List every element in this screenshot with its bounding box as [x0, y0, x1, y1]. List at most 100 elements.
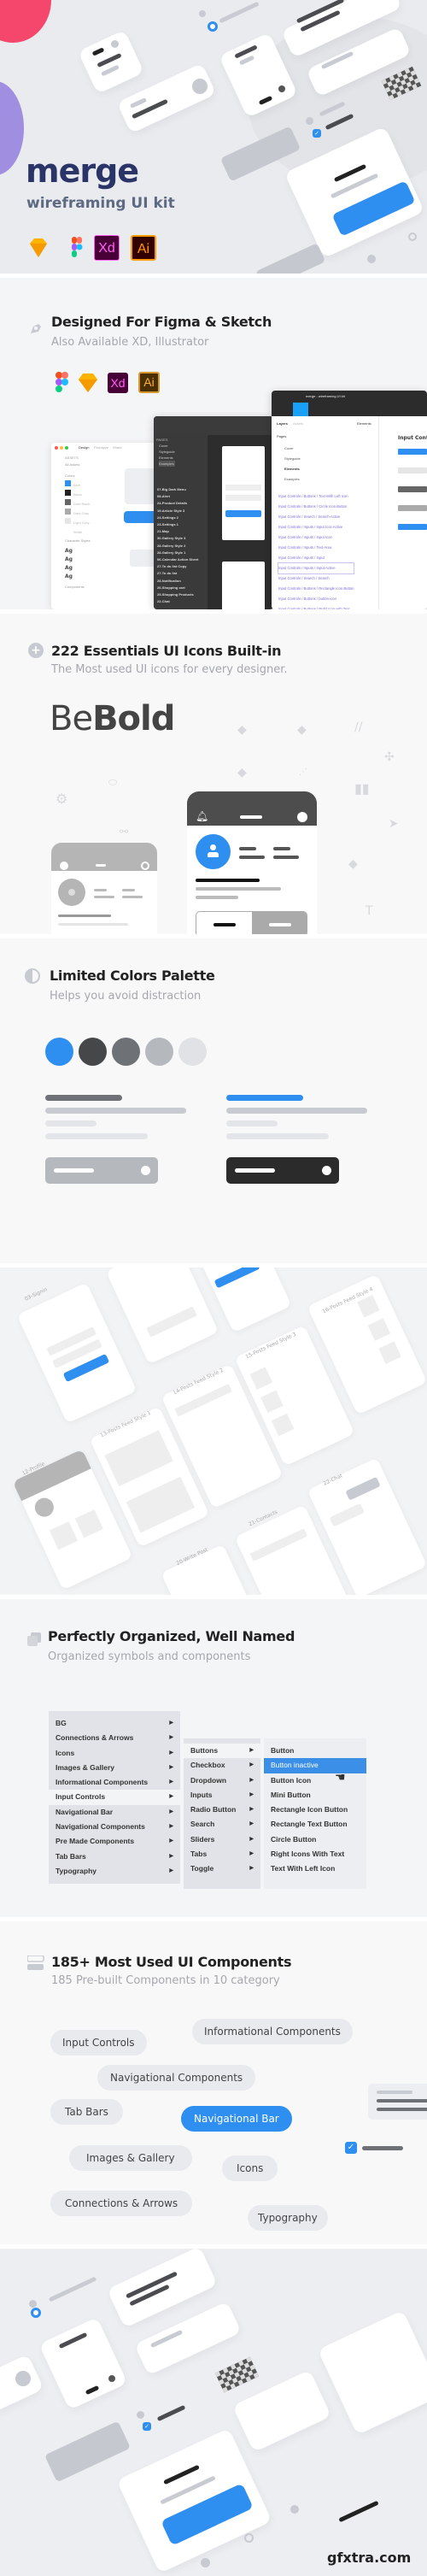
tab-share[interactable]: Share	[113, 445, 122, 450]
menu-item[interactable]: Checkbox ▶	[184, 1758, 260, 1773]
colors-section: Limited Colors Palette Helps you avoid d…	[0, 938, 427, 1263]
menu-item[interactable]: Button inactive	[264, 1758, 366, 1773]
layer-item[interactable]: Input Controls / Inputs / Input-Active	[277, 562, 355, 574]
menu-item-label: Button inactive	[271, 1761, 319, 1770]
layer-item[interactable]: Input Controls / Inputs / Text-Area	[278, 543, 354, 553]
artboard-item[interactable]: 27-To do list Copy	[157, 563, 198, 570]
menu-item[interactable]: Pre Made Components ▶	[49, 1834, 180, 1849]
page-dropdown[interactable]: Elements	[357, 421, 371, 426]
color-swatch	[145, 1038, 173, 1066]
menu-item[interactable]: Mini Button	[264, 1788, 366, 1803]
menu-item[interactable]: Images & Gallery ▶	[49, 1761, 180, 1775]
figma-tab-title[interactable]: merge - wireframing UI kit	[306, 394, 345, 398]
menu-item[interactable]: Inputs ▶	[184, 1788, 260, 1803]
artboard-item[interactable]: 28-Gallery Style 1	[157, 550, 198, 556]
menu-item[interactable]: Button Icon	[264, 1773, 366, 1788]
menu-item[interactable]: Circle Button	[264, 1832, 366, 1847]
menu-item[interactable]: Search ▶	[184, 1817, 260, 1832]
menu-item[interactable]: Buttons ▶	[184, 1744, 260, 1759]
artboard-item[interactable]: 08-Alert	[157, 493, 198, 500]
layer-item[interactable]: Input Controls / Search / Search-Active	[278, 512, 354, 522]
menu-item-label: Toggle	[190, 1864, 214, 1873]
page-item[interactable]: Examples	[284, 474, 301, 485]
chevron-right-icon: ▶	[249, 1821, 254, 1827]
artboard-item[interactable]: 23-Settings 1	[157, 521, 198, 528]
send-icon: ➤	[389, 817, 399, 831]
section-subtitle: Helps you avoid distraction	[50, 990, 202, 1003]
menu-item[interactable]: Typography ▶	[49, 1864, 180, 1879]
menu-item[interactable]: Informational Components ▶	[49, 1775, 180, 1790]
page-item[interactable]: Styleguide	[284, 454, 301, 464]
menu-item[interactable]: Radio Button ▶	[184, 1803, 260, 1817]
section-title: Perfectly Organized, Well Named	[48, 1628, 295, 1644]
layer-item[interactable]: Input Controls / Inputs / Input Icon	[278, 532, 354, 543]
menu-item[interactable]: Text With Left Icon	[264, 1861, 366, 1876]
tab-prototype[interactable]: Prototype	[94, 445, 108, 450]
menu-item-label: Radio Button	[190, 1805, 237, 1814]
menu-item-label: Inputs	[190, 1790, 213, 1799]
menu-item-label: Dropdown	[190, 1775, 227, 1785]
menu-item[interactable]: Connections & Arrows ▶	[49, 1731, 180, 1745]
menu-item[interactable]: Navigational Components ▶	[49, 1820, 180, 1834]
grid-icon: ✣	[384, 750, 395, 764]
layer-item[interactable]: Input Controls / Buttons / Text With Lef…	[278, 491, 354, 502]
artboard-item[interactable]: 19-Article Style 3	[157, 508, 198, 515]
artboard-item[interactable]: 24-Product Details	[157, 500, 198, 507]
artboard-item[interactable]: 24-Settings 2	[157, 515, 198, 521]
section-subtitle: Organized symbols and components	[48, 1650, 251, 1663]
menu-item[interactable]: Right Icons With Text	[264, 1847, 366, 1861]
menu-item[interactable]: Dropdown ▶	[184, 1773, 260, 1788]
menu-item[interactable]: Icons ▶	[49, 1746, 180, 1761]
menu-item[interactable]: Sliders ▶	[184, 1832, 260, 1847]
category-pill[interactable]: Images & Gallery	[69, 2145, 192, 2171]
assets-tab[interactable]: Assets	[293, 421, 303, 426]
artboard-item[interactable]: 21-Map	[157, 528, 198, 535]
ai-icon: Ai	[131, 235, 156, 261]
menu-item-label: Sliders	[190, 1834, 215, 1844]
category-pill[interactable]: Connections & Arrows	[50, 2191, 193, 2216]
category-pill[interactable]: Typography	[248, 2205, 328, 2231]
menu-item[interactable]: Button	[264, 1744, 366, 1758]
artboard-item[interactable]: 06-Calendar Action Sheet	[157, 556, 198, 563]
category-pill-active[interactable]: Navigational Bar	[181, 2106, 292, 2132]
menu-item[interactable]: Navigational Bar ▶	[49, 1805, 180, 1820]
assets-filter[interactable]: All Assets	[65, 462, 79, 467]
layer-item[interactable]: Input Controls / Buttons / Rectangle Ico…	[278, 584, 354, 594]
menu-item[interactable]: BG ▶	[49, 1716, 180, 1731]
page-item-active[interactable]: Elements	[284, 464, 301, 474]
artboard-list: 07-Big Dark Menu 08-Alert 24-Product Detai…	[157, 486, 198, 605]
menu-item[interactable]: Tabs ▶	[184, 1847, 260, 1861]
menu-item-label: Icons	[56, 1748, 75, 1757]
artboard-item[interactable]: 27-To do list	[157, 570, 198, 577]
page-item[interactable]: Cover	[284, 444, 301, 454]
menu-item-label: Tabs	[190, 1850, 208, 1859]
artboard-item[interactable]: 30-Gallery Style 3	[157, 535, 198, 542]
category-pill[interactable]: Icons	[222, 2155, 278, 2181]
layer-item[interactable]: Input Controls / Inputs / Input	[278, 553, 354, 563]
artboard-item[interactable]: 26-Shopping cart	[157, 585, 198, 591]
move-tool[interactable]	[293, 403, 308, 416]
menu-item-label: Text With Left Icon	[271, 1864, 336, 1873]
layers-tab[interactable]: Layers	[277, 421, 288, 426]
artboard-item[interactable]: 28-Notification	[157, 578, 198, 585]
footer-hero-section: ✓ gfxtra.com	[0, 2249, 427, 2576]
category-pill[interactable]: Tab Bars	[50, 2099, 123, 2125]
section-title: 222 Essentials UI Icons Built-in	[51, 643, 282, 659]
layer-item[interactable]: Input Controls / Search / Search	[278, 573, 354, 584]
artboard-item[interactable]: 28-Gallery Style 2	[157, 543, 198, 550]
layer-item[interactable]: Input Controls / Buttons / button-icon	[278, 594, 354, 604]
artboard-item[interactable]: 25-Shopping Products	[157, 591, 198, 598]
category-pill[interactable]: Navigational Components	[97, 2065, 256, 2091]
menu-item[interactable]: Rectangle Text Button	[264, 1817, 366, 1832]
category-pill[interactable]: Informational Components	[192, 2019, 353, 2044]
menu-item[interactable]: Input Controls ▶	[49, 1790, 180, 1805]
menu-item[interactable]: Tab Bars ▶	[49, 1850, 180, 1864]
layer-item[interactable]: Input Controls / Buttons / Circle Icon B…	[278, 502, 354, 512]
layer-item[interactable]: Input Controls / Inputs / Input Icon Act…	[278, 522, 354, 532]
category-pill[interactable]: Input Controls	[50, 2030, 147, 2056]
tab-design[interactable]: Design	[79, 445, 89, 450]
artboard-item[interactable]: 07-Big Dark Menu	[157, 486, 198, 493]
menu-item[interactable]: Rectangle Icon Button	[264, 1803, 366, 1817]
artboard-item[interactable]: 22-Chat	[157, 598, 198, 605]
menu-item[interactable]: Toggle ▶	[184, 1861, 260, 1876]
